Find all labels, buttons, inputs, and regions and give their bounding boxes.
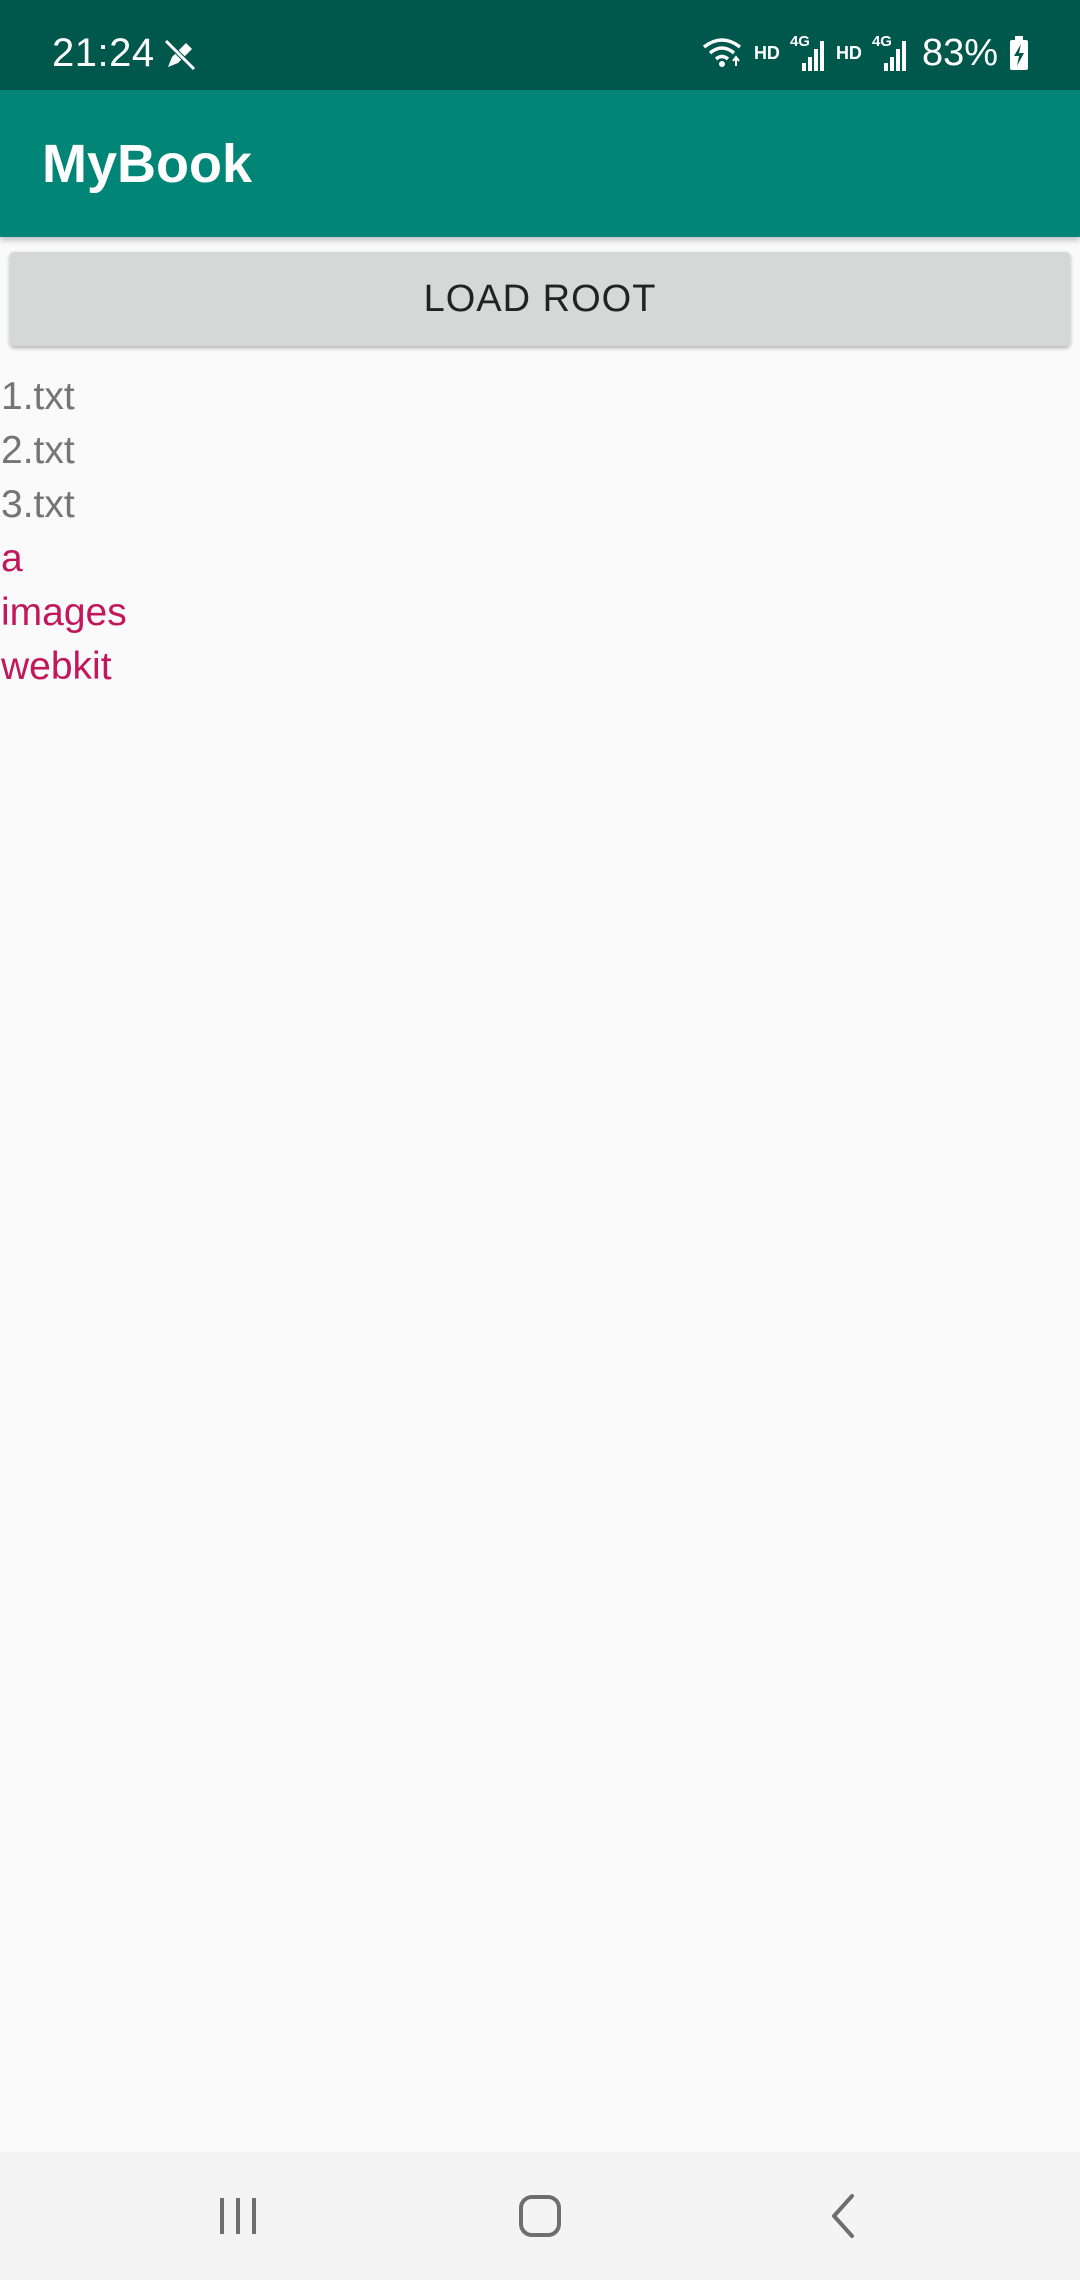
navigation-bar — [0, 2152, 1080, 2280]
list-item[interactable]: 2.txt — [0, 424, 1080, 478]
list-item[interactable]: 3.txt — [0, 478, 1080, 532]
status-bar: 21:24 HD 4G HD 4G 83% — [0, 0, 1080, 90]
app-title: MyBook — [42, 134, 253, 194]
battery-charging-icon — [1010, 36, 1028, 70]
signal-icon — [883, 41, 906, 71]
load-root-button[interactable]: LOAD ROOT — [10, 252, 1070, 346]
recent-apps-icon[interactable] — [198, 2176, 278, 2256]
signal-1: 4G — [790, 33, 826, 73]
list-item[interactable]: images — [0, 586, 1080, 640]
list-item[interactable]: 1.txt — [0, 370, 1080, 424]
home-icon[interactable] — [500, 2176, 580, 2256]
app-bar: MyBook — [0, 90, 1080, 237]
pen-off-icon — [164, 39, 196, 71]
list-item[interactable]: a — [0, 532, 1080, 586]
status-time: 21:24 — [52, 31, 155, 75]
hd-label-2: HD — [835, 43, 862, 63]
signal-icon — [801, 41, 824, 71]
signal-2: 4G — [872, 33, 908, 73]
status-icons: HD 4G HD 4G 83% — [700, 28, 1030, 78]
wifi-icon — [702, 38, 742, 67]
file-list: 1.txt 2.txt 3.txt a images webkit — [0, 370, 1080, 694]
list-item[interactable]: webkit — [0, 640, 1080, 694]
back-icon[interactable] — [804, 2176, 884, 2256]
hd-label-1: HD — [753, 43, 780, 63]
battery-percent: 83% — [921, 32, 998, 74]
